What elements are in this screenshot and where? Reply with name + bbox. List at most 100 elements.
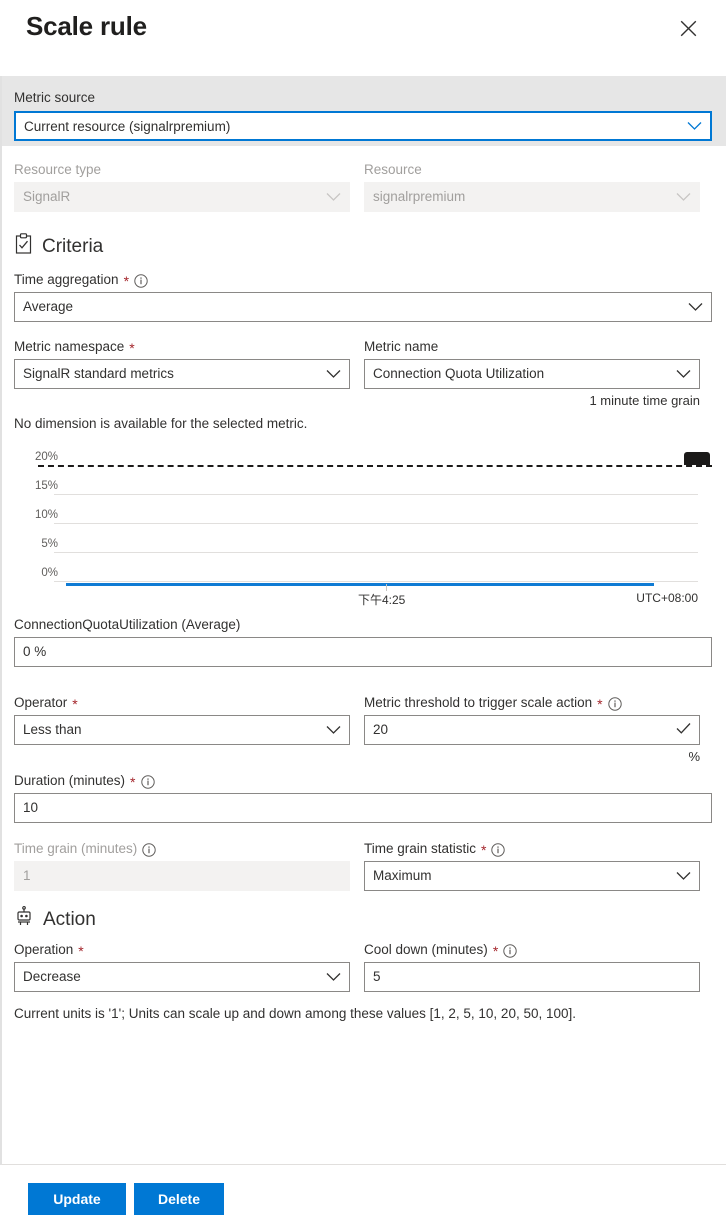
metric-name-group: Metric name Connection Quota Utilization… bbox=[364, 339, 700, 408]
time-grain-statistic-value: Maximum bbox=[373, 862, 432, 890]
threshold-input[interactable]: 20 bbox=[364, 715, 700, 745]
criteria-section-header: Criteria bbox=[14, 233, 712, 260]
operation-select[interactable]: Decrease bbox=[14, 962, 350, 992]
time-grain-value: 1 bbox=[23, 862, 31, 890]
chevron-down-icon bbox=[676, 190, 691, 205]
operator-label: Operator * bbox=[14, 695, 350, 710]
metric-row: Metric namespace * SignalR standard metr… bbox=[14, 339, 712, 408]
dialog-body: Resource type SignalR Resource signalrpr… bbox=[0, 162, 726, 1021]
resource-type-group: Resource type SignalR bbox=[14, 162, 350, 212]
duration-label-text: Duration (minutes) bbox=[14, 773, 125, 788]
required-marker: * bbox=[597, 697, 602, 711]
cooldown-input[interactable]: 5 bbox=[364, 962, 700, 992]
duration-label: Duration (minutes) * bbox=[14, 773, 712, 788]
time-aggregation-group: Time aggregation * Average bbox=[14, 272, 712, 322]
metric-namespace-label-text: Metric namespace bbox=[14, 339, 124, 354]
chart-series-line bbox=[66, 583, 654, 586]
time-grain-label: Time grain (minutes) bbox=[14, 841, 350, 856]
time-grain-label-text: Time grain (minutes) bbox=[14, 841, 137, 856]
required-marker: * bbox=[130, 775, 135, 789]
metric-chart: 20% 15% 10% 5% 0% 下午4:25 UTC+08:00 bbox=[14, 445, 712, 595]
required-marker: * bbox=[493, 944, 498, 958]
cooldown-label-text: Cool down (minutes) bbox=[364, 942, 488, 957]
resource-type-select: SignalR bbox=[14, 182, 350, 212]
cooldown-label: Cool down (minutes) * bbox=[364, 942, 700, 957]
required-marker: * bbox=[78, 944, 83, 958]
info-icon[interactable] bbox=[503, 944, 517, 958]
metric-source-value: Current resource (signalrpremium) bbox=[24, 119, 230, 134]
chart-ytick-label: 0% bbox=[24, 567, 58, 579]
chart-xtick bbox=[386, 584, 387, 591]
time-grain-row: Time grain (minutes) 1 Time grain statis… bbox=[14, 841, 712, 891]
metric-name-value: Connection Quota Utilization bbox=[373, 360, 544, 388]
page-title: Scale rule bbox=[26, 11, 147, 42]
operator-select[interactable]: Less than bbox=[14, 715, 350, 745]
metric-name-label: Metric name bbox=[364, 339, 700, 354]
robot-icon bbox=[14, 906, 34, 933]
resource-value: signalrpremium bbox=[373, 183, 465, 211]
operator-value: Less than bbox=[23, 716, 82, 744]
clipboard-check-icon bbox=[14, 233, 33, 260]
resource-type-label: Resource type bbox=[14, 162, 350, 177]
metric-source-select[interactable]: Current resource (signalrpremium) bbox=[14, 111, 712, 141]
time-aggregation-select[interactable]: Average bbox=[14, 292, 712, 322]
chart-ytick-label: 5% bbox=[24, 538, 58, 550]
cooldown-value: 5 bbox=[373, 963, 381, 991]
chart-gridline bbox=[54, 523, 698, 524]
metric-name-select[interactable]: Connection Quota Utilization bbox=[364, 359, 700, 389]
time-grain-statistic-group: Time grain statistic * Maximum bbox=[364, 841, 700, 891]
operator-row: Operator * Less than Metric threshold to… bbox=[14, 695, 712, 764]
info-icon[interactable] bbox=[134, 274, 148, 288]
chart-gridline bbox=[54, 494, 698, 495]
metric-namespace-select[interactable]: SignalR standard metrics bbox=[14, 359, 350, 389]
time-aggregation-label: Time aggregation * bbox=[14, 272, 712, 287]
threshold-label: Metric threshold to trigger scale action… bbox=[364, 695, 700, 710]
chevron-down-icon bbox=[688, 300, 703, 315]
operation-group: Operation * Decrease bbox=[14, 942, 350, 992]
required-marker: * bbox=[72, 697, 77, 711]
metric-value-field[interactable]: 0 % bbox=[14, 637, 712, 667]
info-icon[interactable] bbox=[491, 843, 505, 857]
chart-ytick-label: 10% bbox=[24, 509, 58, 521]
threshold-unit-suffix: % bbox=[364, 749, 700, 764]
dialog-header: Scale rule bbox=[0, 0, 726, 76]
action-section-header: Action bbox=[14, 906, 712, 933]
info-icon[interactable] bbox=[141, 775, 155, 789]
threshold-label-text: Metric threshold to trigger scale action bbox=[364, 695, 592, 710]
dimension-note: No dimension is available for the select… bbox=[14, 416, 712, 431]
info-icon[interactable] bbox=[142, 843, 156, 857]
operator-label-text: Operator bbox=[14, 695, 67, 710]
chart-ytick-label: 15% bbox=[24, 480, 58, 492]
update-button[interactable]: Update bbox=[28, 1183, 126, 1215]
time-grain-note: 1 minute time grain bbox=[364, 393, 700, 408]
time-grain-statistic-select[interactable]: Maximum bbox=[364, 861, 700, 891]
chevron-down-icon bbox=[687, 119, 702, 134]
metric-source-label: Metric source bbox=[14, 90, 712, 105]
dialog-footer: Update Delete bbox=[0, 1165, 726, 1232]
metric-value-label: ConnectionQuotaUtilization (Average) bbox=[14, 617, 712, 632]
operation-label: Operation * bbox=[14, 942, 350, 957]
metric-namespace-label: Metric namespace * bbox=[14, 339, 350, 354]
delete-button[interactable]: Delete bbox=[134, 1183, 224, 1215]
resource-select: signalrpremium bbox=[364, 182, 700, 212]
required-marker: * bbox=[481, 843, 486, 857]
metric-namespace-value: SignalR standard metrics bbox=[23, 360, 174, 388]
duration-input[interactable]: 10 bbox=[14, 793, 712, 823]
duration-value: 10 bbox=[23, 794, 38, 822]
operation-label-text: Operation bbox=[14, 942, 73, 957]
required-marker: * bbox=[124, 274, 129, 288]
units-note: Current units is '1'; Units can scale up… bbox=[14, 1006, 712, 1021]
chart-gridline bbox=[54, 552, 698, 553]
close-button[interactable] bbox=[672, 14, 704, 46]
info-icon[interactable] bbox=[608, 697, 622, 711]
resource-type-value: SignalR bbox=[23, 183, 70, 211]
chart-gridline bbox=[54, 581, 698, 582]
chevron-down-icon bbox=[676, 367, 691, 382]
resource-label: Resource bbox=[364, 162, 700, 177]
chart-timezone-label: UTC+08:00 bbox=[636, 591, 698, 605]
duration-group: Duration (minutes) * 10 bbox=[14, 773, 712, 823]
chart-ytick-label: 20% bbox=[24, 451, 58, 463]
resource-group: Resource signalrpremium bbox=[364, 162, 700, 212]
chevron-down-icon bbox=[326, 190, 341, 205]
threshold-drag-handle[interactable] bbox=[684, 452, 710, 465]
